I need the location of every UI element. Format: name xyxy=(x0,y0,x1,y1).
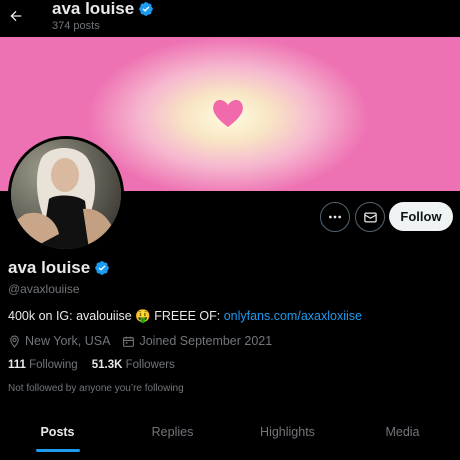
tab-media[interactable]: Media xyxy=(345,414,460,460)
tab-highlights[interactable]: Highlights xyxy=(230,414,345,460)
profile-meta: New York, USA Joined September 2021 xyxy=(8,334,284,348)
more-options-button[interactable] xyxy=(320,202,350,232)
back-button[interactable] xyxy=(4,2,28,30)
money-face-emoji: 🤑 xyxy=(135,309,151,323)
profile-avatar[interactable] xyxy=(8,136,124,252)
followers-label: Followers xyxy=(125,359,175,371)
tab-posts[interactable]: Posts xyxy=(0,414,115,460)
active-tab-indicator xyxy=(35,449,80,452)
followers-link[interactable]: 51.3K Followers xyxy=(92,359,175,371)
tab-label: Media xyxy=(385,425,420,439)
mail-icon xyxy=(363,212,377,222)
following-count: 111 xyxy=(8,359,26,371)
profile-name-row: ava louise xyxy=(8,258,110,278)
heart-graphic xyxy=(208,93,248,133)
join-date-text: Joined September 2021 xyxy=(139,334,273,348)
tab-label: Posts xyxy=(40,425,75,439)
calendar-icon xyxy=(123,336,135,347)
more-icon xyxy=(329,215,341,219)
location-pin-icon xyxy=(10,335,19,348)
verified-badge-icon[interactable] xyxy=(94,260,110,276)
followers-count: 51.3K xyxy=(91,359,123,371)
verified-badge-icon xyxy=(139,2,154,16)
profile-name: ava louise xyxy=(8,258,91,277)
following-label: Following xyxy=(29,359,78,371)
profile-bio: 400k on IG: avalouiise 🤑 FREEE OF: onlyf… xyxy=(8,309,362,324)
join-date: Joined September 2021 xyxy=(122,334,272,348)
message-button[interactable] xyxy=(355,202,385,232)
tab-replies[interactable]: Replies xyxy=(115,414,230,460)
arrow-left-icon xyxy=(10,10,22,22)
bio-text-middle: FREEE OF: xyxy=(150,309,224,323)
location-text: New York, USA xyxy=(25,334,111,348)
tab-label: Replies xyxy=(151,425,194,439)
follow-button[interactable]: Follow xyxy=(389,202,453,231)
follow-stats: 111 Following 51.3K Followers xyxy=(8,359,189,371)
header-title: ava louise xyxy=(52,0,135,18)
tab-label: Highlights xyxy=(260,425,315,439)
bio-text-start: 400k on IG: avalouiise xyxy=(8,309,132,323)
top-bar: ava louise 374 posts xyxy=(0,0,460,37)
profile-handle: @avaxlouiise xyxy=(8,282,80,296)
followers-you-know-note: Not followed by anyone you’re following xyxy=(8,383,184,394)
profile-tabs: Posts Replies Highlights Media xyxy=(0,414,460,460)
bio-link[interactable]: onlyfans.com/axaxloxiise xyxy=(224,309,362,323)
header-title-row: ava louise xyxy=(52,0,154,19)
location: New York, USA xyxy=(8,334,110,348)
post-count: 374 posts xyxy=(52,20,100,32)
following-link[interactable]: 111 Following xyxy=(8,359,78,371)
